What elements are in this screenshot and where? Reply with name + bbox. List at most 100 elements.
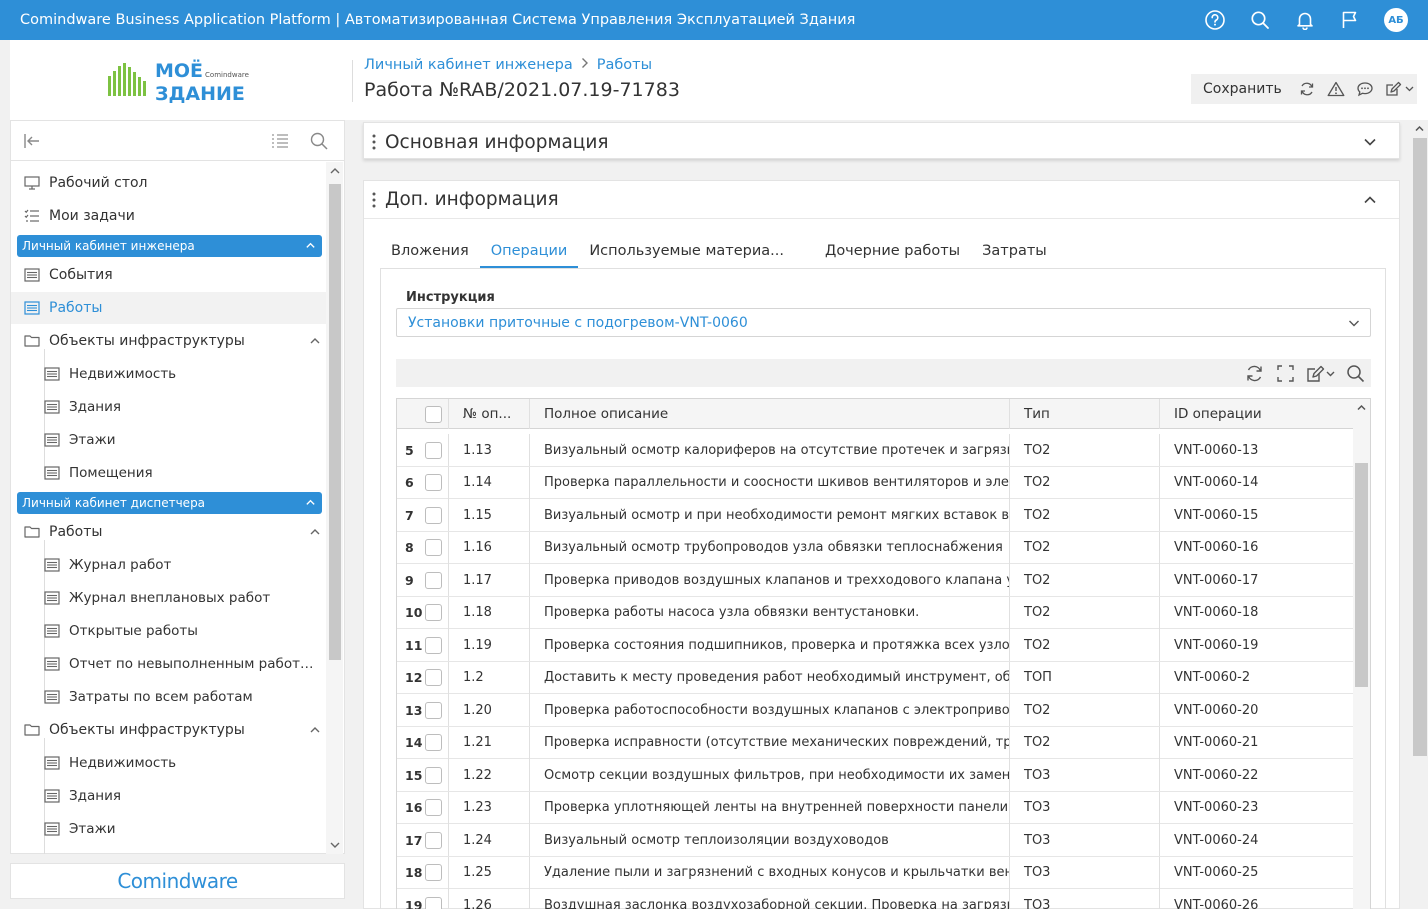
table-row[interactable]: 12 1.2 Доставить к месту проведения работ …: [397, 661, 1355, 694]
row-checkbox[interactable]: [425, 467, 448, 499]
column-type[interactable]: Тип: [1009, 399, 1159, 429]
row-select-checkbox[interactable]: [425, 896, 442, 909]
sidebar-item-dispatcher-infrastructure[interactable]: Объекты инфраструктуры: [11, 714, 327, 746]
sidebar-item-real-estate[interactable]: Недвижимость: [11, 358, 327, 390]
page-scroll-thumb[interactable]: [1413, 138, 1427, 756]
edit-menu-icon[interactable]: [1306, 364, 1338, 383]
row-select-checkbox[interactable]: [425, 474, 442, 491]
table-row[interactable]: 19 1.26 Воздушная заслонка воздухозаборной…: [397, 889, 1355, 909]
sidebar-item-work-log[interactable]: Журнал работ: [11, 549, 327, 581]
row-checkbox[interactable]: [425, 532, 448, 564]
row-checkbox[interactable]: [425, 597, 448, 629]
tab-materials[interactable]: Используемые материа...: [578, 239, 814, 268]
sidebar-item-floors[interactable]: Этажи: [11, 424, 327, 456]
grid-scroll-thumb[interactable]: [1355, 463, 1368, 687]
table-row[interactable]: 6 1.14 Проверка параллельности и соосности…: [397, 466, 1355, 499]
table-row[interactable]: 17 1.24 Визуальный осмотр теплоизоляции во…: [397, 824, 1355, 857]
row-select-checkbox[interactable]: [425, 441, 442, 459]
list-view-icon[interactable]: [270, 131, 290, 151]
scroll-down-icon[interactable]: [329, 839, 341, 851]
sidebar-scrollbar[interactable]: [326, 162, 343, 854]
row-select-checkbox[interactable]: [425, 831, 442, 849]
row-select-checkbox[interactable]: [425, 766, 442, 784]
drag-handle-icon[interactable]: [372, 192, 376, 208]
sidebar-scroll-thumb[interactable]: [329, 184, 341, 660]
tab-child-works[interactable]: Дочерние работы: [814, 239, 971, 268]
row-select-checkbox[interactable]: [425, 539, 442, 556]
breadcrumb-engineer-cabinet[interactable]: Личный кабинет инженера: [364, 57, 573, 73]
table-row[interactable]: 14 1.21 Проверка исправности (отсутствие м…: [397, 726, 1355, 759]
row-checkbox[interactable]: [425, 434, 448, 466]
collapse-sidebar-icon[interactable]: [22, 131, 42, 151]
table-row[interactable]: 10 1.18 Проверка работы насоса узла обвязк…: [397, 596, 1355, 629]
refresh-icon[interactable]: [1245, 364, 1264, 383]
sidebar-item-events[interactable]: События: [11, 259, 327, 291]
select-all-checkbox[interactable]: [425, 399, 442, 429]
user-avatar[interactable]: АБ: [1384, 8, 1408, 32]
row-checkbox[interactable]: [425, 629, 448, 661]
row-checkbox[interactable]: [425, 564, 448, 596]
row-select-checkbox[interactable]: [425, 604, 442, 621]
panel-extra-info-header[interactable]: Доп. информация: [364, 181, 1399, 219]
table-row[interactable]: 16 1.23 Проверка уплотняющей ленты на внут…: [397, 791, 1355, 824]
sidebar-item-my-tasks[interactable]: Мои задачи: [11, 200, 327, 232]
column-op-id[interactable]: ID операции: [1159, 399, 1355, 429]
sidebar-item-dispatcher-floors[interactable]: Этажи: [11, 813, 327, 845]
instruction-select[interactable]: Установки приточные с подогревом-VNT-006…: [396, 308, 1371, 337]
table-row[interactable]: 13 1.20 Проверка работоспособности воздушн…: [397, 694, 1355, 727]
sidebar-item-dispatcher-real-estate[interactable]: Недвижимость: [11, 747, 327, 779]
tab-costs[interactable]: Затраты: [971, 239, 1058, 268]
column-description[interactable]: Полное описание: [529, 399, 1009, 429]
page-scrollbar[interactable]: [1411, 120, 1428, 909]
sidebar-item-desktop[interactable]: Рабочий стол: [11, 167, 327, 199]
table-row[interactable]: 7 1.15 Визуальный осмотр и при необходимос…: [397, 499, 1355, 532]
row-checkbox[interactable]: [425, 857, 448, 889]
sidebar-item-open-works[interactable]: Открытые работы: [11, 615, 327, 647]
chevron-down-icon[interactable]: [1348, 318, 1360, 328]
row-checkbox[interactable]: [425, 792, 448, 824]
sidebar-item-dispatcher-buildings[interactable]: Здания: [11, 780, 327, 812]
row-select-checkbox[interactable]: [425, 669, 442, 686]
save-button[interactable]: Сохранить: [1203, 81, 1282, 97]
flag-icon[interactable]: [1339, 9, 1361, 31]
search-icon[interactable]: [1249, 9, 1271, 31]
row-select-checkbox[interactable]: [425, 506, 442, 524]
drag-handle-icon[interactable]: [372, 134, 376, 150]
fullscreen-icon[interactable]: [1276, 364, 1295, 383]
row-checkbox[interactable]: [425, 694, 448, 726]
row-select-checkbox[interactable]: [425, 571, 442, 589]
row-select-checkbox[interactable]: [425, 636, 442, 654]
sidebar-item-dispatcher-works[interactable]: Работы: [11, 516, 327, 548]
tab-operations[interactable]: Операции: [479, 239, 579, 268]
edit-menu-icon[interactable]: [1385, 80, 1417, 99]
sidebar-section-dispatcher[interactable]: Личный кабинет диспетчера: [17, 492, 322, 514]
sidebar-item-all-costs[interactable]: Затраты по всем работам: [11, 681, 327, 713]
sidebar-item-unfinished-report[interactable]: Отчет по невыполненным работ…: [11, 648, 327, 680]
tab-attachments[interactable]: Вложения: [380, 239, 480, 268]
sidebar-item-works[interactable]: Работы: [11, 292, 327, 324]
warning-icon[interactable]: [1327, 80, 1346, 99]
grid-scrollbar[interactable]: [1353, 399, 1370, 909]
breadcrumb-works[interactable]: Работы: [597, 57, 652, 73]
sidebar-item-infrastructure[interactable]: Объекты инфраструктуры: [11, 325, 327, 357]
grid-search-icon[interactable]: [1346, 364, 1365, 383]
row-checkbox[interactable]: [425, 662, 448, 694]
chevron-up-icon[interactable]: [309, 335, 321, 347]
row-checkbox[interactable]: [425, 759, 448, 791]
sidebar-section-engineer[interactable]: Личный кабинет инженера: [17, 235, 322, 257]
row-checkbox[interactable]: [425, 824, 448, 856]
row-checkbox[interactable]: [425, 889, 448, 909]
help-icon[interactable]: [1204, 9, 1226, 31]
table-row[interactable]: 9 1.17 Проверка приводов воздушных клапано…: [397, 564, 1355, 597]
chevron-up-icon[interactable]: [309, 526, 321, 538]
table-row[interactable]: 15 1.22 Осмотр секции воздушных фильтров, …: [397, 759, 1355, 792]
sidebar-item-unplanned-log[interactable]: Журнал внеплановых работ: [11, 582, 327, 614]
chevron-down-icon[interactable]: [1363, 136, 1377, 148]
sidebar-search-icon[interactable]: [309, 131, 329, 151]
chevron-up-icon[interactable]: [1363, 194, 1377, 206]
panel-main-info-header[interactable]: Основная информация: [364, 123, 1399, 161]
column-op-no[interactable]: № оп...: [448, 399, 529, 429]
row-select-checkbox[interactable]: [425, 701, 442, 719]
refresh-icon[interactable]: [1298, 80, 1317, 99]
bell-icon[interactable]: [1294, 9, 1316, 31]
